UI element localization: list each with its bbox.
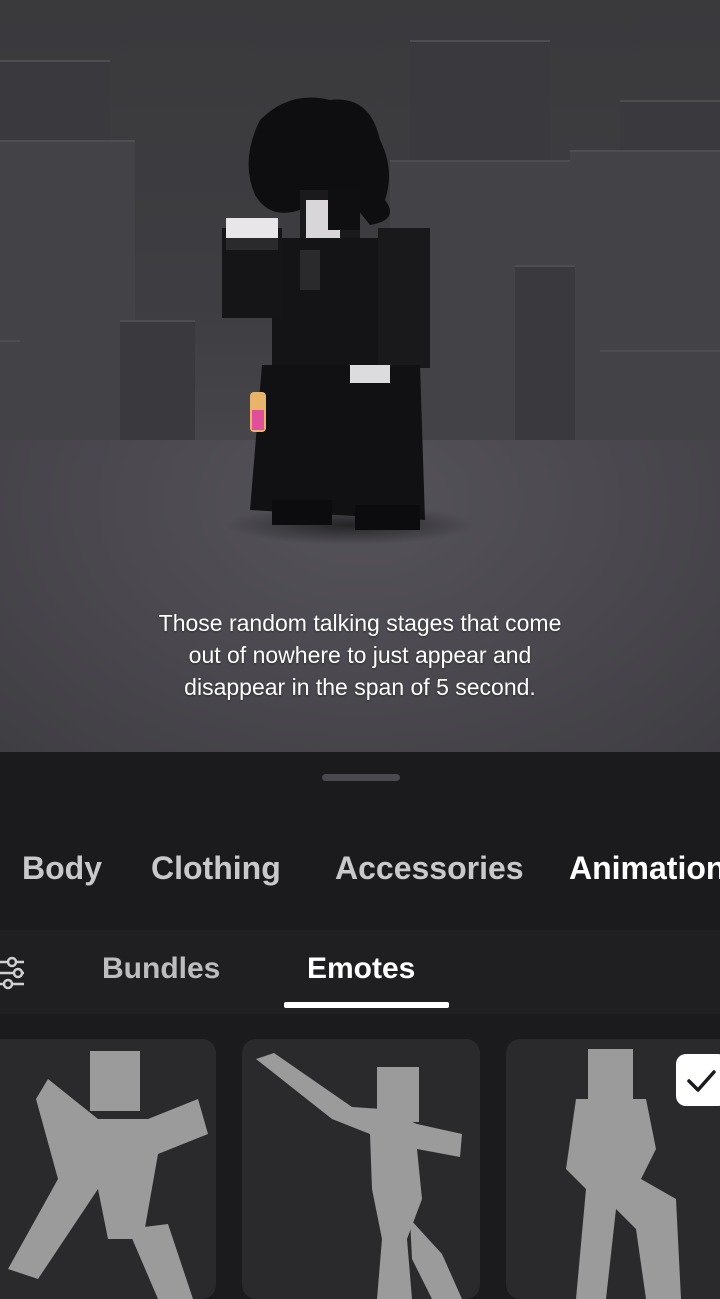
emote-lunge-icon xyxy=(8,1051,208,1299)
caption-text: Those random talking stages that come ou… xyxy=(158,610,562,700)
category-tab-body[interactable]: Body xyxy=(22,850,102,887)
active-subtab-indicator xyxy=(284,1002,449,1008)
emote-card[interactable] xyxy=(0,1039,216,1299)
drag-handle[interactable] xyxy=(322,774,400,781)
subtab-bundles[interactable]: Bundles xyxy=(102,952,220,986)
category-tab-clothing[interactable]: Clothing xyxy=(151,850,281,887)
subtab-emotes[interactable]: Emotes xyxy=(307,952,415,986)
filter-icon[interactable] xyxy=(0,956,26,990)
checkmark-icon xyxy=(687,1070,716,1092)
avatar-editor-panel: Body Clothing Accessories Animations Bun… xyxy=(0,752,720,1299)
selected-checkmark[interactable] xyxy=(676,1054,720,1106)
category-tab-accessories[interactable]: Accessories xyxy=(335,850,524,887)
emote-dab-icon xyxy=(256,1053,462,1299)
emote-card[interactable] xyxy=(242,1039,480,1299)
avatar-preview-scene[interactable]: Those random talking stages that come ou… xyxy=(0,0,720,752)
category-tab-animations[interactable]: Animations xyxy=(569,850,720,887)
subcategory-bar: Bundles Emotes xyxy=(0,930,720,1014)
